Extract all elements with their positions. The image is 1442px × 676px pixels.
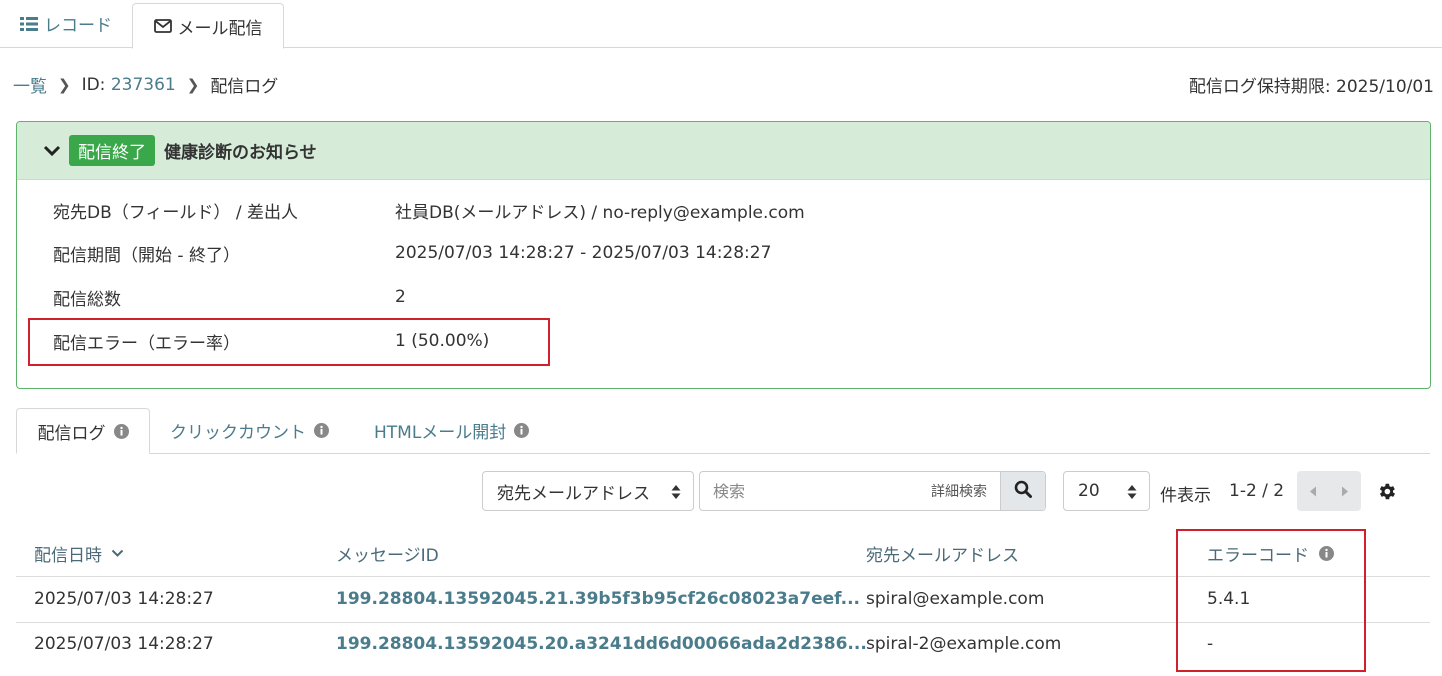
log-retention-text: 配信ログ保持期限: 2025/10/01	[1188, 77, 1434, 97]
tab-label: HTMLメール開封	[374, 423, 507, 443]
log-tab-bar: 配信ログ クリックカウント HTMLメール開封	[16, 408, 1430, 454]
cell-datetime: 2025/07/03 14:28:27	[34, 634, 214, 654]
search-icon	[1014, 480, 1032, 503]
chevron-right-icon: ❯	[186, 75, 200, 94]
info-icon[interactable]	[314, 423, 329, 438]
breadcrumb-id: ID: 237361	[82, 75, 176, 95]
chevron-right-icon: ❯	[58, 75, 71, 94]
tab-mail-delivery-label: メール配信	[177, 18, 263, 39]
top-tab-bar: レコード メール配信	[0, 0, 1442, 49]
cell-email: spiral-2@example.com	[866, 634, 1062, 654]
info-row-recipient-db: 宛先DB（フィールド） / 差出人 社員DB(メールアドレス) / no-rep…	[53, 195, 805, 225]
cell-email: spiral@example.com	[866, 589, 1045, 609]
search-field-select-value: 宛先メールアドレス	[497, 483, 650, 504]
next-page-button[interactable]	[1329, 471, 1361, 511]
highlight-box-error-code	[1176, 529, 1366, 672]
status-badge: 配信終了	[69, 135, 155, 166]
panel-title: 健康診断のお知らせ	[164, 143, 317, 163]
per-page-value: 20	[1078, 481, 1100, 501]
tab-mail-delivery[interactable]: メール配信	[132, 3, 284, 49]
gear-icon[interactable]	[1376, 481, 1397, 507]
column-header-label: 配信日時	[34, 546, 102, 566]
column-header-label: 宛先メールアドレス	[866, 546, 1019, 566]
caret-right-icon	[1342, 486, 1348, 496]
breadcrumb-id-label: ID:	[81, 74, 106, 95]
search-field-select[interactable]: 宛先メールアドレス	[482, 471, 694, 511]
per-page-select[interactable]: 20	[1063, 471, 1150, 511]
tab-delivery-log[interactable]: 配信ログ	[16, 408, 150, 454]
search-input[interactable]	[700, 472, 925, 510]
info-value: 2025/07/03 14:28:27 - 2025/07/03 14:28:2…	[395, 243, 772, 263]
info-icon[interactable]	[514, 423, 530, 438]
chevron-down-icon	[111, 549, 124, 558]
panel-header[interactable]: 配信終了 健康診断のお知らせ	[17, 122, 1430, 180]
info-value: 2	[395, 287, 406, 307]
tab-records-label: レコード	[44, 16, 112, 36]
tab-records[interactable]: レコード	[20, 0, 112, 47]
pager	[1297, 471, 1361, 511]
breadcrumb-id-link[interactable]: 237361	[111, 75, 176, 95]
list-icon	[20, 16, 38, 32]
chevron-down-icon[interactable]	[43, 145, 61, 157]
search-box: 詳細検索	[699, 471, 1046, 511]
info-row-delivery-period: 配信期間（開始 - 終了） 2025/07/03 14:28:27 - 2025…	[53, 238, 771, 268]
info-value: 社員DB(メールアドレス) / no-reply@example.com	[395, 202, 805, 223]
tab-label: クリックカウント	[170, 423, 306, 443]
column-header-message-id: メッセージID	[336, 541, 439, 566]
info-label: 配信期間（開始 - 終了）	[53, 245, 240, 266]
breadcrumb: 一覧 ❯ ID: 237361 ❯ 配信ログ	[13, 72, 279, 98]
envelope-icon	[153, 19, 172, 33]
search-button[interactable]	[1000, 472, 1045, 510]
breadcrumb-list-link[interactable]: 一覧	[13, 72, 47, 97]
sort-updown-icon	[1127, 484, 1137, 505]
column-header-label: メッセージID	[336, 546, 439, 566]
column-header-datetime[interactable]: 配信日時	[34, 541, 124, 566]
info-label: 宛先DB（フィールド） / 差出人	[53, 202, 298, 223]
tab-click-count[interactable]: クリックカウント	[170, 408, 329, 453]
cell-datetime: 2025/07/03 14:28:27	[34, 589, 214, 609]
tab-html-open[interactable]: HTMLメール開封	[374, 408, 530, 453]
cell-message-id-link[interactable]: 199.28804.13592045.20.a3241dd6d00066ada2…	[336, 634, 867, 654]
caret-left-icon	[1310, 486, 1316, 496]
tab-label: 配信ログ	[37, 423, 106, 444]
per-page-label: 件表示	[1160, 486, 1211, 506]
prev-page-button[interactable]	[1297, 471, 1329, 511]
info-row-total: 配信総数 2	[53, 282, 406, 312]
sort-updown-icon	[671, 484, 681, 505]
info-label: 配信総数	[53, 289, 121, 310]
cell-message-id-link[interactable]: 199.28804.13592045.21.39b5f3b95cf26c0802…	[336, 589, 860, 609]
result-range: 1-2 / 2	[1229, 481, 1285, 501]
advanced-search-link[interactable]: 詳細検索	[931, 481, 987, 501]
column-header-email: 宛先メールアドレス	[866, 541, 1019, 566]
highlight-box-errors	[28, 318, 550, 366]
info-icon[interactable]	[113, 423, 129, 439]
breadcrumb-current: 配信ログ	[210, 77, 279, 97]
